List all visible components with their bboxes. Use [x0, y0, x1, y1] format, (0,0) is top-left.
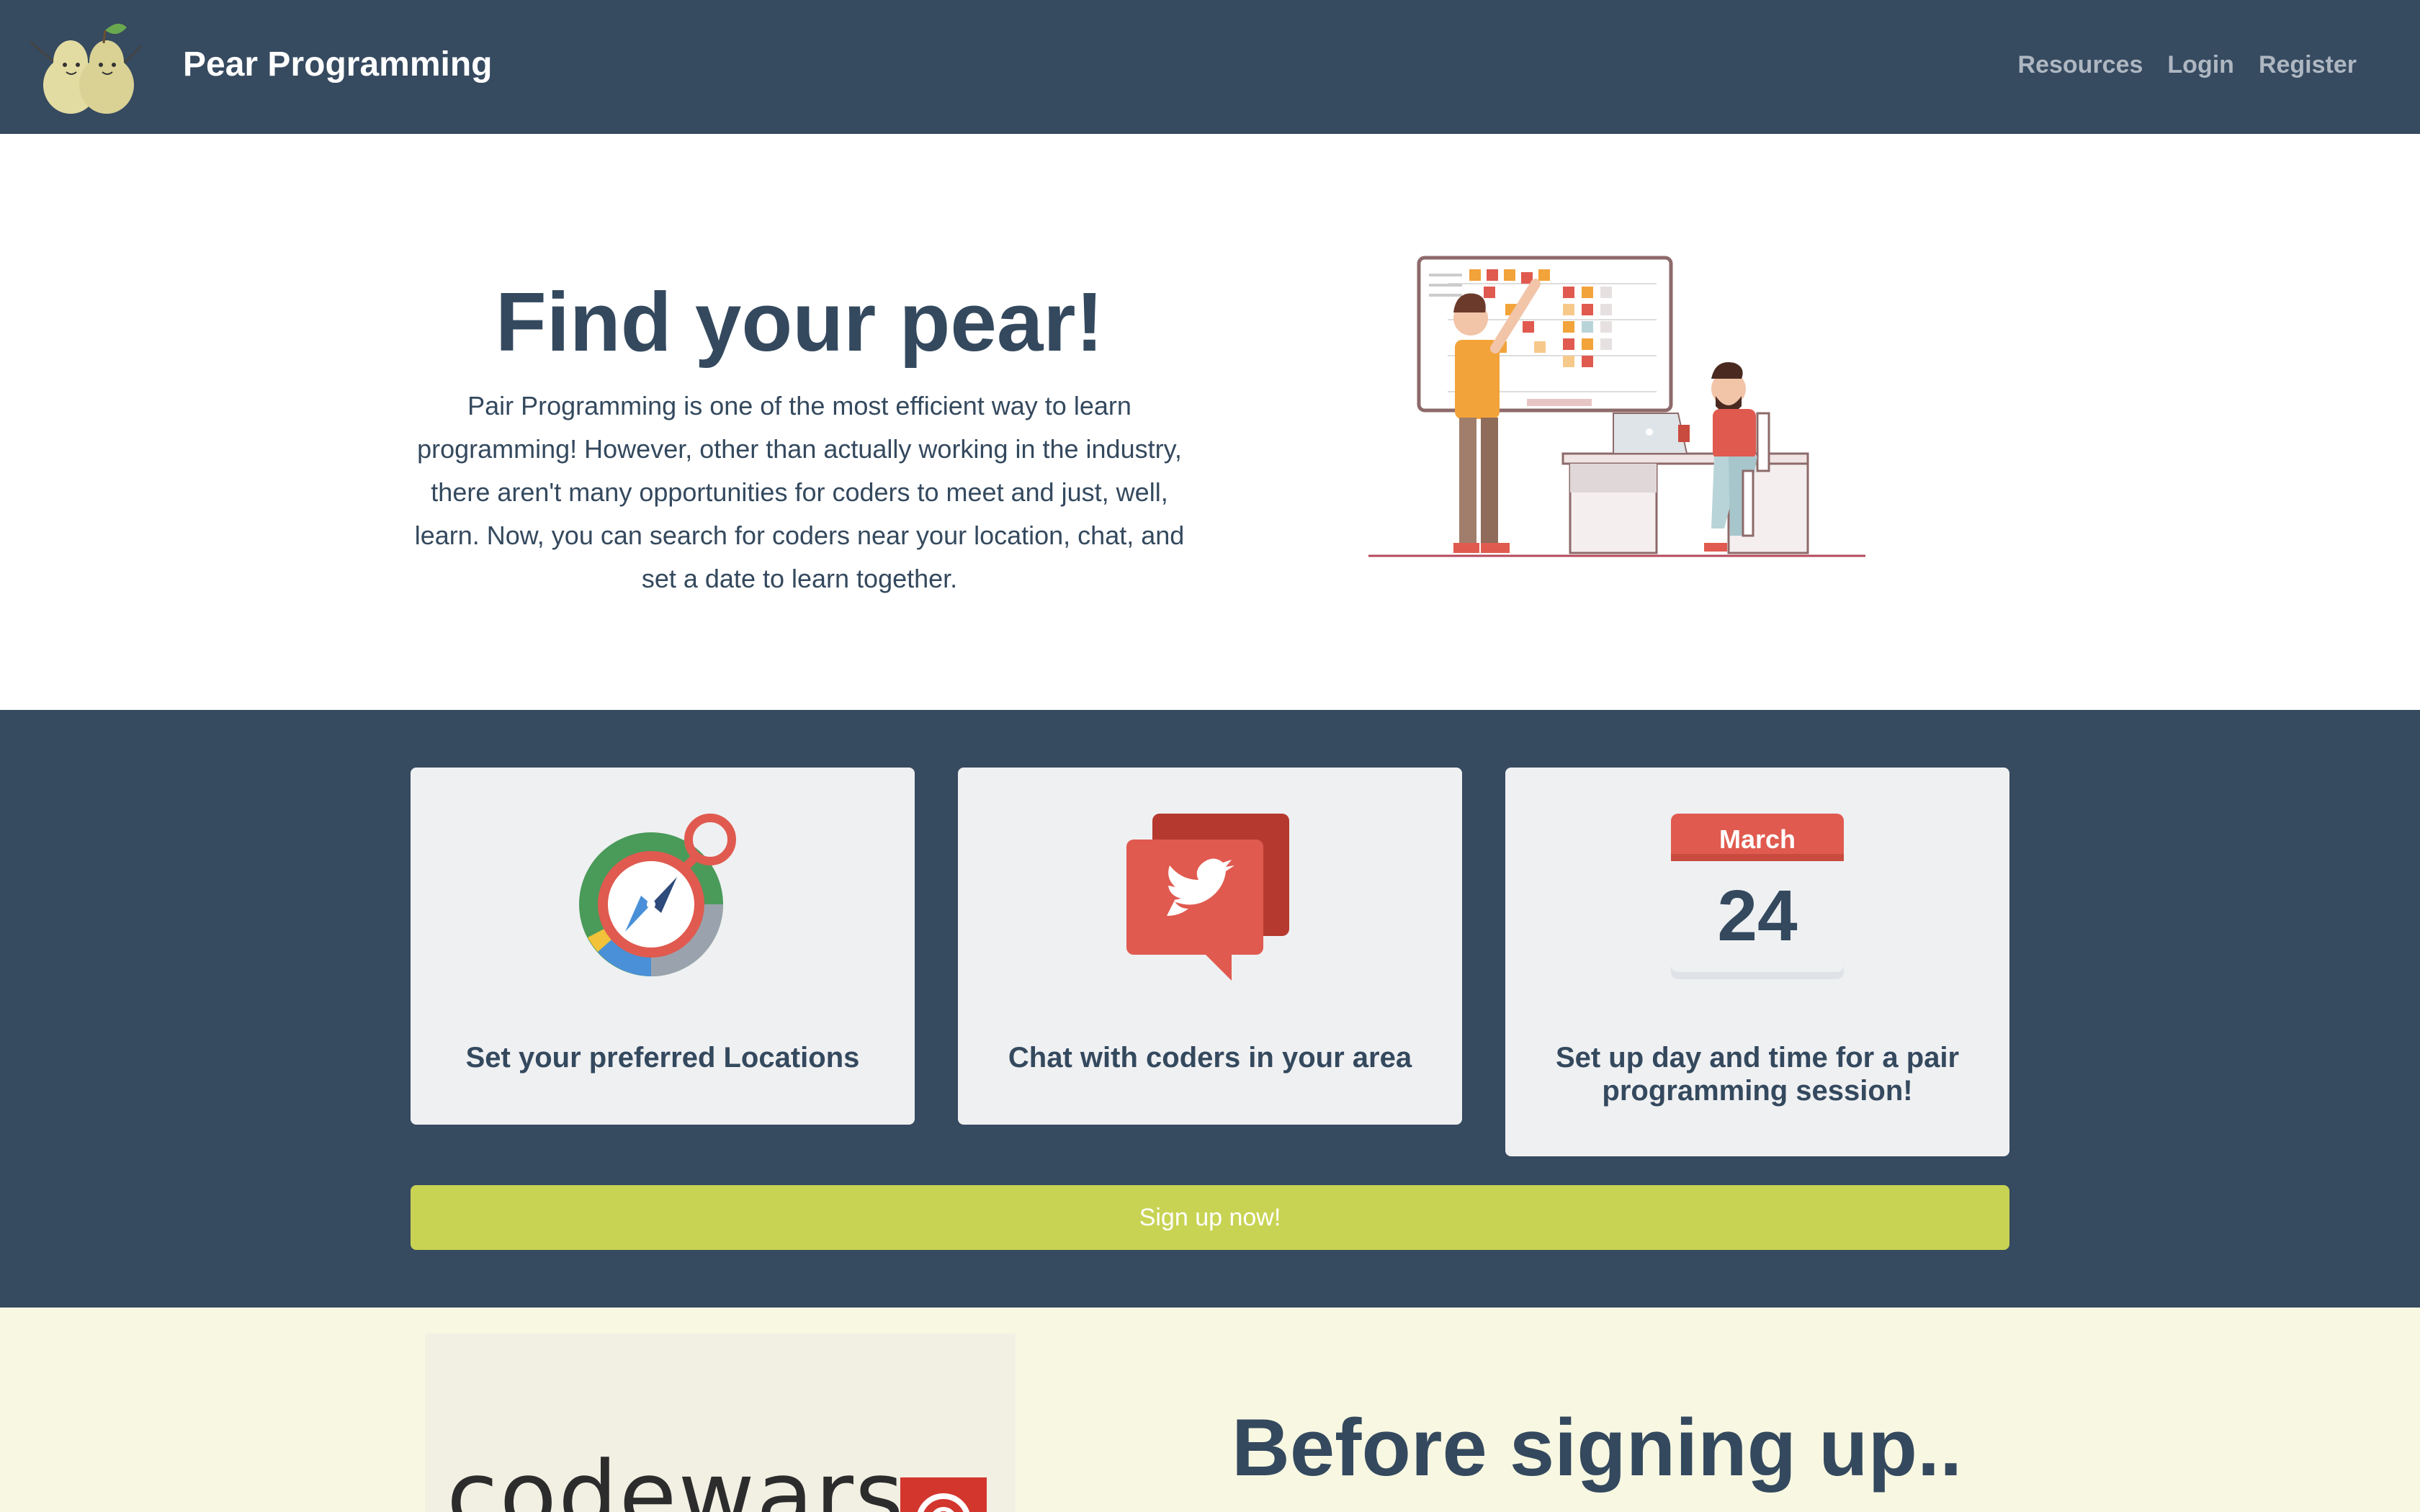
chat-bird-icon — [1126, 814, 1289, 981]
feature-card-chat: Chat with coders in your area — [958, 768, 1462, 1125]
compass-icon — [579, 814, 736, 976]
calendar-day: 24 — [1717, 876, 1798, 956]
pear-logo-icon[interactable] — [26, 14, 148, 115]
hero-text: Find your pear! Pair Programming is one … — [403, 275, 1196, 600]
hero-section: Find your pear! Pair Programming is one … — [0, 134, 2420, 710]
signup-button[interactable]: Sign up now! — [411, 1185, 2009, 1250]
feature-caption-schedule: Set up day and time for a pair programmi… — [1555, 1042, 1960, 1107]
hero-description: Pair Programming is one of the most effi… — [414, 391, 1185, 593]
nav-link-resources[interactable]: Resources — [2018, 43, 2143, 86]
feature-card-locations: Set your preferred Locations — [411, 768, 915, 1125]
feature-caption-chat: Chat with coders in your area — [1008, 1042, 1412, 1074]
calendar-icon: March 24 — [1671, 814, 1844, 979]
codewars-logo-icon — [900, 1477, 987, 1512]
codewars-wordmark: codewars — [447, 1441, 905, 1512]
nav-link-login[interactable]: Login — [2167, 43, 2234, 86]
nav-links: Resources Login Register — [2018, 43, 2357, 86]
pair-programming-illustration — [1368, 256, 1865, 557]
hero-title: Find your pear! — [495, 275, 1104, 369]
feature-caption-locations: Set your preferred Locations — [465, 1042, 860, 1074]
feature-card-schedule: March 24 Set up day and time for a pair … — [1505, 768, 2009, 1156]
navbar: Pear Programming Resources Login Registe… — [0, 0, 2420, 134]
brand-name[interactable]: Pear Programming — [183, 42, 492, 88]
codewars-image[interactable]: codewars — [425, 1333, 1016, 1512]
nav-link-register[interactable]: Register — [2259, 43, 2357, 86]
calendar-month: March — [1719, 824, 1796, 854]
before-signing-up-section: codewars Before signing up.. — [0, 1308, 2420, 1512]
before-title: Before signing up.. — [1232, 1403, 1963, 1493]
features-section: Set your preferred Locations Chat with c… — [0, 710, 2420, 1308]
